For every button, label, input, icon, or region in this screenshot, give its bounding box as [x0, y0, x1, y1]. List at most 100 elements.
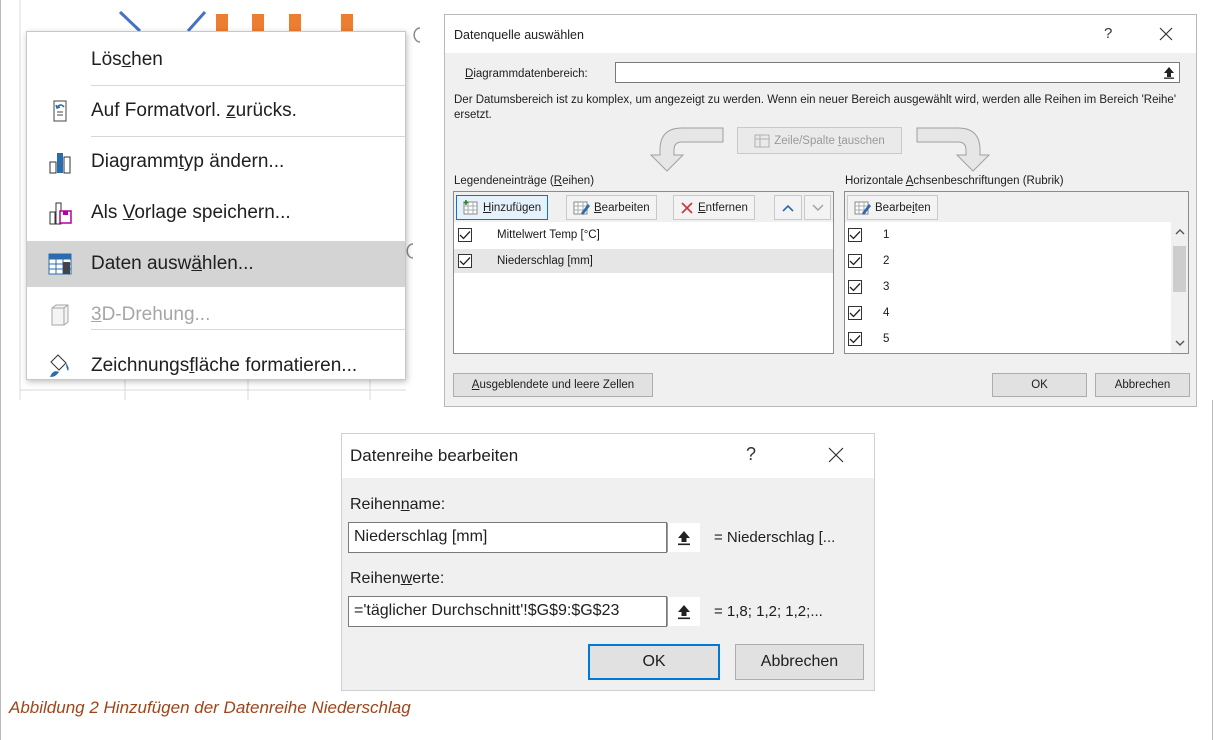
move-down-button[interactable] [804, 195, 831, 220]
menu-item-1[interactable]: Löschen [27, 37, 405, 83]
series-list-item[interactable]: Mittelwert Temp [°C] [454, 223, 833, 247]
series-values-label: Reihenwerte: [350, 570, 445, 587]
menu-item-6: 3D-Drehung... [27, 292, 405, 338]
category-list-item[interactable]: 1 [845, 223, 1170, 247]
chart-range-label: Diagrammdatenbereich: [465, 68, 588, 80]
dialog-titlebar: Datenreihe bearbeiten ? [342, 434, 874, 478]
hidden-empty-cells-button[interactable]: Ausgeblendete und leere Zellen [453, 373, 653, 397]
help-button[interactable]: ? [1104, 25, 1112, 42]
checkbox[interactable] [458, 228, 472, 242]
close-icon[interactable] [828, 447, 844, 463]
menu-separator [91, 136, 405, 137]
menu-item-label: Auf Formatvorl. zurücks. [91, 100, 297, 121]
checkmark-icon [849, 283, 861, 292]
checkmark-icon [849, 309, 861, 318]
series-values-preview: = 1,8; 1,2; 1,2;... [714, 603, 823, 620]
series-name: Niederschlag [mm] [497, 255, 593, 267]
scroll-down-icon[interactable] [1175, 340, 1185, 347]
checkbox[interactable] [848, 332, 862, 346]
ok-button[interactable]: OK [588, 644, 720, 680]
collapse-arrow-icon [1164, 66, 1174, 79]
series-name: Mittelwert Temp [°C] [497, 229, 600, 241]
edit-axis-labels-button[interactable]: Bearbeiten [847, 195, 938, 220]
series-values-collapse-button[interactable] [667, 597, 700, 626]
menu-item-5[interactable]: Daten auswählen... [27, 241, 405, 287]
chart-bar [289, 14, 301, 31]
series-name-label: Reihenname: [350, 496, 446, 513]
series-values-input[interactable]: ='täglicher Durchschnitt'!$G$9:$G$23 [348, 596, 667, 627]
remove-x-icon [681, 201, 693, 214]
range-collapse-button[interactable] [1159, 63, 1179, 81]
scroll-up-icon[interactable] [1175, 228, 1185, 235]
menu-item-label: Zeichnungsfläche formatieren... [91, 355, 358, 376]
frame-border [0, 0, 1, 740]
dialog-title: Datenreihe bearbeiten [350, 446, 519, 465]
category-list-item[interactable]: 5 [845, 327, 1170, 351]
chart-bar [341, 14, 353, 31]
scroll-thumb[interactable] [1173, 246, 1186, 292]
vertical-scrollbar[interactable] [1171, 222, 1188, 353]
category-list-item[interactable]: 3 [845, 275, 1170, 299]
chart-line-segment [118, 10, 142, 33]
switch-row-column-icon [754, 134, 770, 147]
menu-separator [91, 85, 405, 86]
checkmark-icon [459, 231, 471, 240]
dialog-title: Datenquelle auswählen [454, 28, 584, 42]
switch-row-column-button[interactable]: Zeile/Spalte tauschen [737, 127, 902, 154]
cancel-button[interactable]: Abbrechen [735, 644, 864, 680]
series-name-input[interactable]: Niederschlag [mm] [348, 522, 667, 553]
checkbox[interactable] [848, 280, 862, 294]
menu-item-7[interactable]: Zeichnungsfläche formatieren... [27, 343, 405, 389]
menu-item-3[interactable]: Diagrammtyp ändern... [27, 139, 405, 185]
checkmark-icon [849, 335, 861, 344]
chart-bar [252, 14, 264, 31]
chart-range-input[interactable] [615, 62, 1180, 83]
checkmark-icon [459, 257, 471, 266]
info-text: Der Datumsbereich ist zu komplex, um ang… [454, 94, 1177, 121]
series-list-item[interactable]: Niederschlag [mm] [454, 249, 833, 273]
category-label: 5 [883, 333, 890, 345]
legend-entries-label: Legendeneinträge (Reihen) [454, 175, 595, 187]
checkbox[interactable] [848, 306, 862, 320]
series-name-collapse-button[interactable] [667, 523, 700, 552]
chart-handle [406, 243, 414, 259]
edit-series-button[interactable]: Bearbeiten [566, 195, 657, 220]
add-series-button[interactable]: Hinzufügen [456, 195, 549, 220]
checkbox[interactable] [848, 254, 862, 268]
legend-toolbar: Hinzufügen Bearbeiten Entfernen [454, 192, 833, 222]
chart-type-icon [47, 149, 73, 175]
close-icon[interactable] [1159, 27, 1173, 41]
category-label: 4 [883, 307, 890, 319]
figure-caption: Abbildung 2 Hinzufügen der Datenreihe Ni… [9, 698, 411, 717]
checkbox[interactable] [458, 254, 472, 268]
legend-entries-list: Hinzufügen Bearbeiten Entfernen Mittelwe… [453, 191, 834, 354]
add-table-icon [463, 200, 478, 215]
menu-item-label: Als Vorlage speichern... [91, 202, 291, 223]
right-curved-arrow-icon [916, 127, 990, 172]
axis-labels-list: Bearbeiten 1 2 3 4 5 [844, 191, 1189, 354]
chevron-up-icon [782, 204, 794, 212]
select-data-icon [47, 251, 73, 277]
menu-item-label: 3D-Drehung... [91, 304, 211, 325]
category-label: 2 [883, 255, 890, 267]
cancel-button[interactable]: Abbrechen [1095, 373, 1190, 397]
menu-item-4[interactable]: Als Vorlage speichern... [27, 190, 405, 236]
axis-labels-label: Horizontale Achsenbeschriftungen (Rubrik… [845, 175, 1064, 187]
category-list-item[interactable]: 2 [845, 249, 1170, 273]
menu-item-label: Löschen [91, 49, 163, 70]
ok-button[interactable]: OK [992, 373, 1087, 397]
move-up-button[interactable] [774, 195, 802, 220]
3d-rotation-icon [47, 302, 73, 328]
remove-series-button[interactable]: Entfernen [673, 195, 755, 220]
axis-toolbar: Bearbeiten [845, 192, 1188, 222]
menu-separator [91, 329, 405, 330]
category-list-item[interactable]: 4 [845, 301, 1170, 325]
collapse-arrow-icon [678, 604, 690, 619]
help-button[interactable]: ? [746, 444, 756, 465]
edit-table-icon [573, 201, 590, 215]
checkmark-icon [849, 257, 861, 266]
checkbox[interactable] [848, 228, 862, 242]
edit-table-icon [854, 201, 871, 215]
series-name-preview: = Niederschlag [... [714, 529, 836, 546]
menu-item-2[interactable]: Auf Formatvorl. zurücks. [27, 88, 405, 134]
